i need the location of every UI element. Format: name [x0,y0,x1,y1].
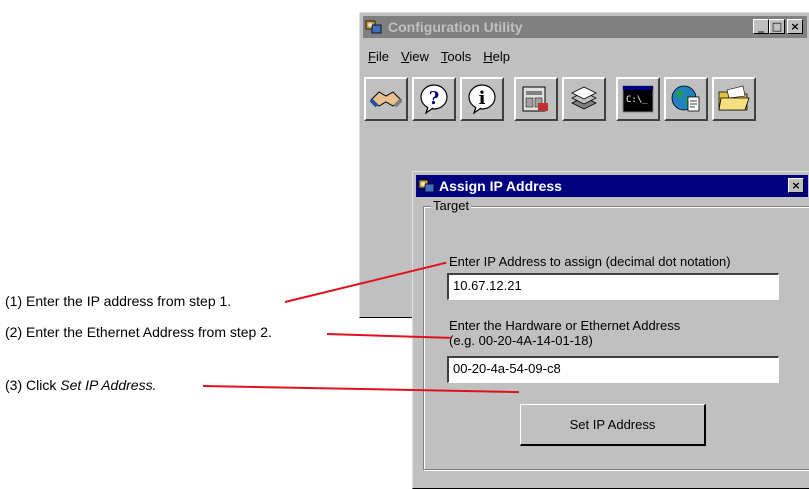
globe-document-icon[interactable] [664,77,708,121]
target-group-label: Target [431,198,472,213]
close-button[interactable]: × [787,19,803,34]
set-ip-address-button[interactable]: Set IP Address [520,404,706,446]
question-icon[interactable]: ? [412,77,456,121]
assign-ip-dialog: Assign IP Address × Target Enter IP Addr… [412,171,809,489]
menu-help[interactable]: Help [479,49,514,64]
info-icon[interactable]: i [460,77,504,121]
maximize-button[interactable]: □ [769,19,785,34]
menu-bar: File View Tools Help [364,49,514,64]
svg-text:i: i [479,88,486,109]
hardware-address-label: Enter the Hardware or Ethernet Address [449,318,681,333]
config-title-bar[interactable]: Configuration Utility _ □ × [363,16,807,38]
app-icon [365,20,382,34]
hardware-address-example: (e.g. 00-20-4A-14-01-18) [449,333,593,348]
hardware-address-input[interactable]: 00-20-4a-54-09-c8 [447,356,779,383]
device-config-icon[interactable] [514,77,558,121]
svg-text:?: ? [429,88,440,109]
minimize-button[interactable]: _ [753,19,769,34]
callout-2: (2) Enter the Ethernet Address from step… [5,324,272,340]
svg-text:C:\_: C:\_ [626,95,648,105]
menu-file[interactable]: File [364,49,393,64]
dialog-title-bar[interactable]: Assign IP Address × [416,175,808,197]
handshake-icon[interactable] [364,77,408,121]
callout-1: (1) Enter the IP address from step 1. [5,293,232,309]
open-folder-icon[interactable] [712,77,756,121]
command-prompt-icon[interactable]: C:\_ [616,77,660,121]
toolbar: ? i C:\_ [364,77,760,129]
dialog-title: Assign IP Address [439,178,562,194]
ip-address-input[interactable]: 10.67.12.21 [447,273,779,300]
dialog-app-icon [418,179,435,193]
callout-3: (3) Click Set IP Address. [5,377,157,393]
config-window-title: Configuration Utility [388,19,523,35]
ip-address-label: Enter IP Address to assign (decimal dot … [449,254,731,269]
dialog-close-button[interactable]: × [788,178,804,193]
layers-icon[interactable] [562,77,606,121]
menu-tools[interactable]: Tools [437,49,475,64]
menu-view[interactable]: View [397,49,433,64]
